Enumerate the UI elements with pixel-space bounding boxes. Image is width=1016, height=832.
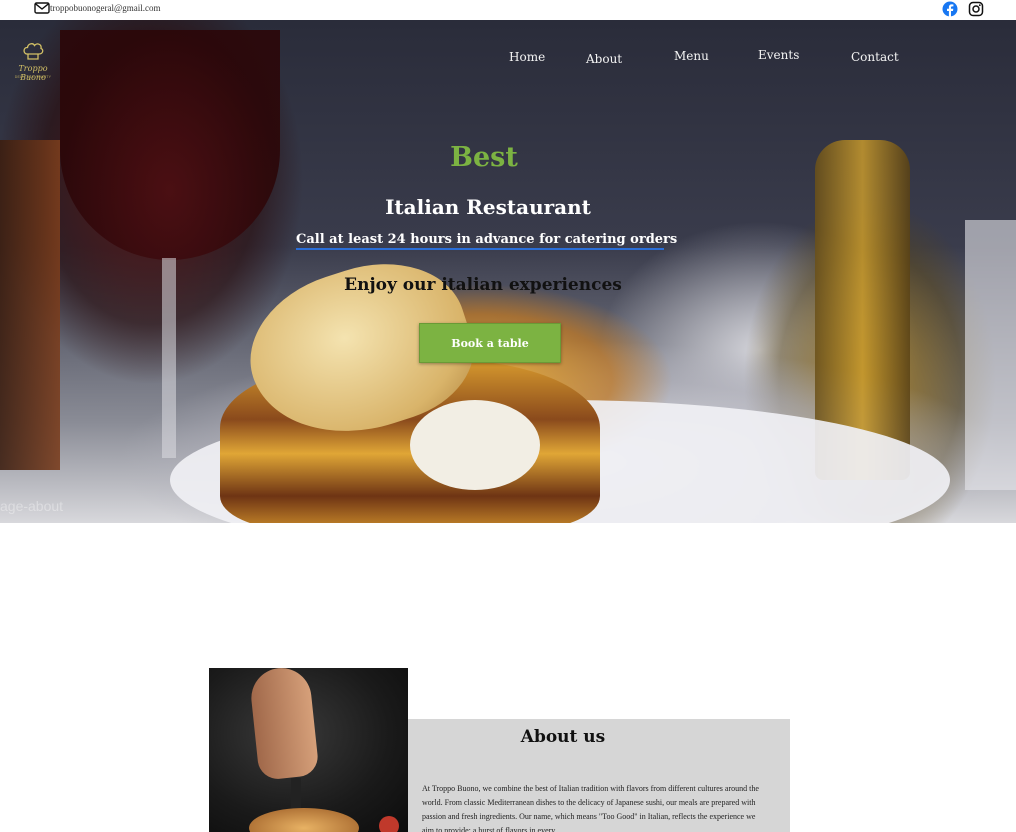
logo-brand-name: Troppo Buono xyxy=(18,64,48,82)
top-contact-bar: troppobuonogeral@gmail.com xyxy=(0,0,1016,20)
nav-home-link[interactable]: Home xyxy=(509,50,545,64)
wine-glass-stem xyxy=(162,258,176,458)
email-contact[interactable]: troppobuonogeral@gmail.com xyxy=(34,1,161,15)
book-table-button[interactable]: Book a table xyxy=(419,323,561,363)
catering-link[interactable]: Call at least 24 hours in advance for ca… xyxy=(296,232,677,250)
wine-bottle-image xyxy=(0,140,60,470)
water-glass-image xyxy=(965,220,1016,490)
site-logo[interactable]: Troppo Buono DELI · ICE · PARTY xyxy=(8,42,58,82)
logo-tagline: DELI · ICE · PARTY xyxy=(14,75,52,79)
dish xyxy=(249,808,359,832)
mail-icon xyxy=(34,2,50,14)
chef-hand xyxy=(248,668,320,781)
instagram-icon[interactable] xyxy=(968,1,984,17)
hero-title: Best xyxy=(450,142,518,173)
hero-banner: age-about Troppo Buono DELI · ICE · PART… xyxy=(0,20,1016,523)
image-alt-text: age-about xyxy=(0,498,64,514)
hero-subtitle: Italian Restaurant xyxy=(385,195,591,219)
cream-sauce-image xyxy=(410,400,540,490)
facebook-icon[interactable] xyxy=(942,1,958,17)
hero-tagline: Enjoy our italian experiences xyxy=(344,275,622,295)
about-card: About us At Troppo Buono, we combine the… xyxy=(408,719,790,832)
berry xyxy=(379,816,399,832)
about-title: About us xyxy=(520,727,606,747)
chef-hat-icon xyxy=(23,43,44,60)
nav-events-link[interactable]: Events xyxy=(758,48,799,62)
spatula xyxy=(291,778,301,808)
email-text[interactable]: troppobuonogeral@gmail.com xyxy=(50,3,161,13)
about-chef-image xyxy=(209,668,408,832)
nav-about-link[interactable]: About xyxy=(586,52,622,66)
nav-contact-link[interactable]: Contact xyxy=(851,50,899,64)
nav-menu-link[interactable]: Menu xyxy=(674,49,709,63)
about-description: At Troppo Buono, we combine the best of … xyxy=(422,784,759,832)
wine-glass-image xyxy=(60,30,280,260)
